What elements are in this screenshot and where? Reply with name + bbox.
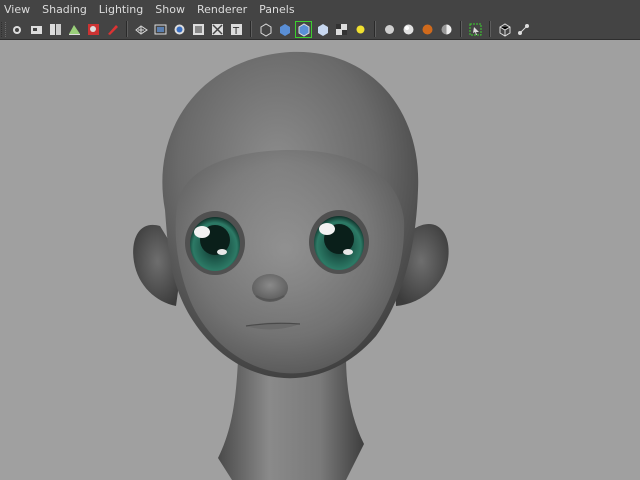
panel-toolbar: T bbox=[0, 19, 640, 40]
menu-show[interactable]: Show bbox=[149, 0, 191, 19]
menu-shading[interactable]: Shading bbox=[36, 0, 93, 19]
motion-blur-icon[interactable] bbox=[419, 21, 436, 38]
menu-renderer[interactable]: Renderer bbox=[191, 0, 253, 19]
camera-attributes-icon[interactable] bbox=[28, 21, 45, 38]
toolbar-separator bbox=[489, 21, 491, 37]
smooth-shade-icon[interactable] bbox=[276, 21, 293, 38]
anti-aliasing-icon[interactable] bbox=[438, 21, 455, 38]
field-chart-icon[interactable] bbox=[209, 21, 226, 38]
viewport-render bbox=[133, 51, 449, 480]
menu-panels[interactable]: Panels bbox=[253, 0, 300, 19]
toolbar-separator bbox=[126, 21, 128, 37]
gate-mask-icon[interactable] bbox=[190, 21, 207, 38]
default-material-icon[interactable] bbox=[314, 21, 331, 38]
screen-space-ao-icon[interactable] bbox=[400, 21, 417, 38]
viewport-3d[interactable] bbox=[0, 40, 640, 480]
textured-icon[interactable] bbox=[333, 21, 350, 38]
grease-pencil-icon[interactable] bbox=[104, 21, 121, 38]
menu-lighting[interactable]: Lighting bbox=[93, 0, 149, 19]
resolution-gate-icon[interactable] bbox=[171, 21, 188, 38]
xray-joints-icon[interactable] bbox=[515, 21, 532, 38]
toolbar-separator bbox=[250, 21, 252, 37]
safe-title-icon[interactable]: T bbox=[228, 21, 245, 38]
toolbar-separator bbox=[460, 21, 462, 37]
wireframe-on-shaded-icon[interactable] bbox=[295, 20, 312, 38]
svg-text:T: T bbox=[232, 26, 240, 37]
wireframe-icon[interactable] bbox=[257, 21, 274, 38]
toolbar-separator bbox=[374, 21, 376, 37]
toolbar-grip[interactable] bbox=[1, 21, 6, 37]
bookmarks-icon[interactable] bbox=[47, 21, 64, 38]
right-eye bbox=[309, 210, 369, 274]
panel-menubar: View Shading Lighting Show Renderer Pane… bbox=[0, 0, 640, 19]
grid-icon[interactable] bbox=[133, 21, 150, 38]
select-camera-icon[interactable] bbox=[9, 21, 26, 38]
image-plane-icon[interactable] bbox=[66, 21, 83, 38]
shadows-icon[interactable] bbox=[381, 21, 398, 38]
xray-icon[interactable] bbox=[496, 21, 513, 38]
two-d-pan-zoom-icon[interactable] bbox=[85, 21, 102, 38]
lights-icon[interactable] bbox=[352, 21, 369, 38]
left-eye bbox=[185, 211, 245, 275]
film-gate-icon[interactable] bbox=[152, 21, 169, 38]
menu-view[interactable]: View bbox=[0, 0, 36, 19]
isolate-select-icon[interactable] bbox=[467, 21, 484, 38]
